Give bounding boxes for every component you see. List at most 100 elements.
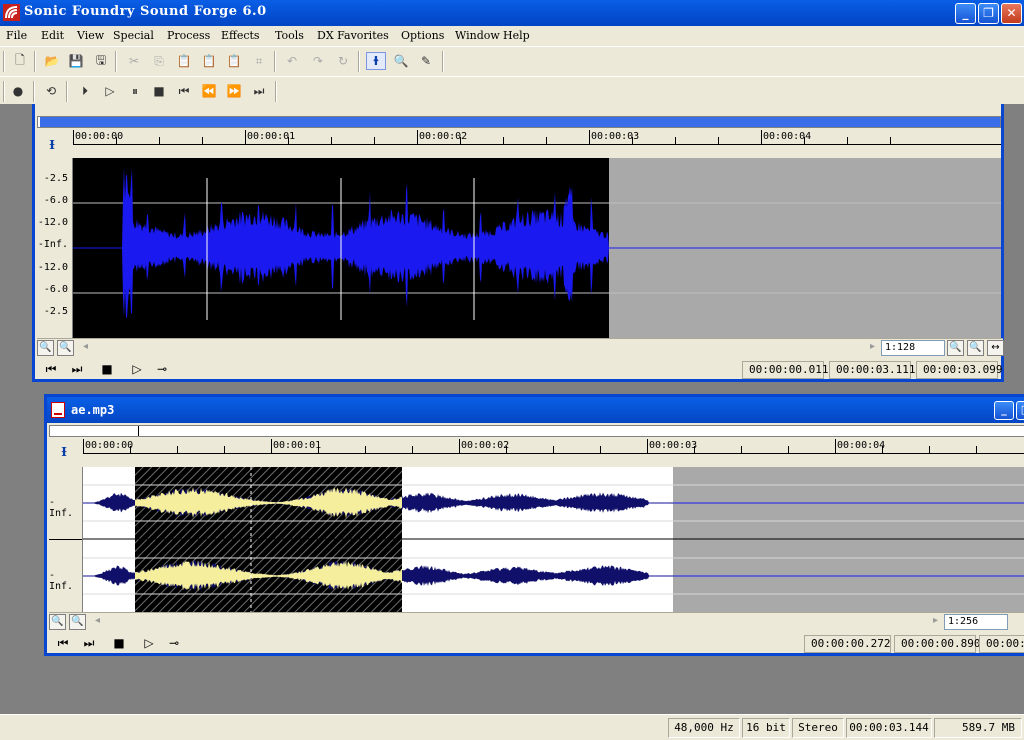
scroll-right-icon[interactable]: ▸ <box>927 614 944 630</box>
toolbar-grip[interactable] <box>3 81 5 102</box>
toolbar-separator <box>275 81 277 102</box>
menu-effects[interactable]: Effects <box>221 29 260 42</box>
open-folder-icon[interactable]: 📂 <box>42 52 62 70</box>
level-label: -2.5 <box>43 173 68 184</box>
window-maximize-button[interactable]: □ <box>1016 401 1024 420</box>
horizontal-scrollbar[interactable]: 🔍 🔍 ◂ ▸ 1:256 <box>49 612 1024 630</box>
menu-file[interactable]: File <box>6 29 27 42</box>
waveform-view-1[interactable] <box>73 158 1001 338</box>
zoom-in-level-icon[interactable]: 🔍 <box>947 340 964 356</box>
menu-window[interactable]: Window <box>455 29 500 42</box>
go-to-end-icon[interactable]: ⏭ <box>249 82 269 100</box>
time-ruler[interactable]: 00:00:00 00:00:01 00:00:02 00:00:03 00:0… <box>83 439 1024 467</box>
go-to-start-icon[interactable]: ⏮ <box>53 634 73 652</box>
rewind-icon[interactable]: ⏪ <box>199 82 219 100</box>
ruler-minor-tick <box>804 137 805 144</box>
save-icon[interactable]: 💾 <box>66 52 86 70</box>
ruler-tick <box>761 130 762 144</box>
menu-process[interactable]: Process <box>167 29 210 42</box>
sample-rate[interactable]: 48,000 Hz <box>668 718 740 738</box>
scroll-right-icon[interactable]: ▸ <box>864 340 881 356</box>
play-all-icon[interactable]: ⏵ <box>75 82 95 100</box>
cut-icon[interactable]: ✂ <box>124 52 144 70</box>
magnify-tool-icon[interactable]: 🔍 <box>391 52 411 70</box>
overview-bar[interactable] <box>49 425 1024 437</box>
horizontal-scrollbar[interactable]: 🔍 🔍 ◂ ▸ 1:128 🔍 🔍 ↔ <box>37 338 1004 356</box>
level-scale: -2.5 -6.0 -12.0 -Inf. -12.0 -6.0 -2.5 <box>37 158 73 338</box>
zoom-fit-icon[interactable]: ↔ <box>987 340 1004 356</box>
trim-crop-icon[interactable]: ⌗ <box>249 52 269 70</box>
data-window-title: ae.mp3 <box>71 403 115 417</box>
ruler-mark-icon[interactable]: Ɨ <box>53 441 75 463</box>
minimize-button[interactable]: _ <box>955 3 976 24</box>
play-normal-icon[interactable]: ⊸ <box>152 360 172 378</box>
save-all-icon[interactable]: 🖫 <box>91 52 111 70</box>
scroll-left-icon[interactable]: ◂ <box>77 340 94 356</box>
fast-forward-icon[interactable]: ⏩ <box>224 82 244 100</box>
zoom-out-icon[interactable]: 🔍 <box>57 340 74 356</box>
go-to-start-icon[interactable]: ⏮ <box>174 82 194 100</box>
menu-special[interactable]: Special <box>113 29 154 42</box>
menu-options[interactable]: Options <box>401 29 444 42</box>
redo-icon[interactable]: ↷ <box>308 52 328 70</box>
go-to-end-icon[interactable]: ⏭ <box>79 634 99 652</box>
menu-bar: File Edit View Special Process Effects T… <box>0 26 1024 46</box>
repeat-icon[interactable]: ↻ <box>333 52 353 70</box>
ruler-tick <box>459 439 460 453</box>
toolbar-separator <box>66 81 68 102</box>
loop-playback-icon[interactable]: ⟲ <box>41 82 61 100</box>
go-to-start-icon[interactable]: ⏮ <box>41 360 61 378</box>
play-icon[interactable]: ▷ <box>100 82 120 100</box>
stop-icon[interactable]: ■ <box>97 360 117 378</box>
scroll-left-icon[interactable]: ◂ <box>89 614 106 630</box>
play-icon[interactable]: ▷ <box>139 634 159 652</box>
copy-icon[interactable]: ⎘ <box>149 52 169 70</box>
waveform-view-2[interactable] <box>83 467 1024 612</box>
toolbar-grip[interactable] <box>3 51 5 72</box>
bit-depth[interactable]: 16 bit <box>742 718 790 738</box>
stop-icon[interactable]: ■ <box>149 82 169 100</box>
close-button[interactable]: ✕ <box>1001 3 1022 24</box>
zoom-ratio-field[interactable]: 1:256 <box>944 614 1008 630</box>
play-normal-icon[interactable]: ⊸ <box>164 634 184 652</box>
time-ruler[interactable]: 00:00:00 00:00:01 00:00:02 00:00:03 00:0… <box>73 130 1001 158</box>
ruler-minor-tick <box>890 137 891 144</box>
ruler-minor-tick <box>741 446 742 453</box>
ruler-label: 00:00:01 <box>273 440 322 451</box>
edit-tool-icon[interactable]: Ɨ <box>366 52 386 70</box>
pause-icon[interactable]: ⏸ <box>125 82 145 100</box>
selection-length-time: 00:00:0 <box>979 635 1024 653</box>
zoom-out-icon[interactable]: 🔍 <box>69 614 86 630</box>
ruler-minor-tick <box>331 137 332 144</box>
record-icon[interactable]: ● <box>8 82 28 100</box>
zoom-in-icon[interactable]: 🔍 <box>49 614 66 630</box>
overview-bar[interactable] <box>37 116 1001 128</box>
undo-icon[interactable]: ↶ <box>282 52 302 70</box>
new-file-icon[interactable]: 🗋 <box>10 52 30 70</box>
paste-icon[interactable]: 📋 <box>174 52 194 70</box>
data-window-titlebar[interactable]: ae.mp3 _ □ <box>47 397 1024 423</box>
play-icon[interactable]: ▷ <box>127 360 147 378</box>
ruler-minor-tick <box>460 137 461 144</box>
channel-mode[interactable]: Stereo <box>792 718 844 738</box>
ruler-tick <box>83 439 84 453</box>
zoom-in-icon[interactable]: 🔍 <box>37 340 54 356</box>
zoom-ratio-field[interactable]: 1:128 <box>881 340 945 356</box>
menu-help[interactable]: Help <box>503 29 530 42</box>
paste-crossfade-icon[interactable]: 📋 <box>224 52 244 70</box>
menu-tools[interactable]: Tools <box>275 29 304 42</box>
ruler-mark-icon[interactable]: Ɨ <box>41 134 63 156</box>
menu-edit[interactable]: Edit <box>41 29 64 42</box>
selection-length-time: 00:00:03.099 <box>916 361 1002 379</box>
window-minimize-button[interactable]: _ <box>994 401 1014 420</box>
menu-dx-favorites[interactable]: DX Favorites <box>317 29 389 42</box>
overview-cursor <box>138 426 139 436</box>
go-to-end-icon[interactable]: ⏭ <box>67 360 87 378</box>
paste-mix-icon[interactable]: 📋 <box>199 52 219 70</box>
menu-view[interactable]: View <box>77 29 104 42</box>
restore-button[interactable]: ❐ <box>978 3 999 24</box>
stop-icon[interactable]: ■ <box>109 634 129 652</box>
zoom-out-level-icon[interactable]: 🔍 <box>967 340 984 356</box>
pencil-tool-icon[interactable]: ✎ <box>416 52 436 70</box>
data-window-2: ae.mp3 _ □ Ɨ 00:00:00 00:00:01 00:00:02 … <box>44 394 1024 656</box>
